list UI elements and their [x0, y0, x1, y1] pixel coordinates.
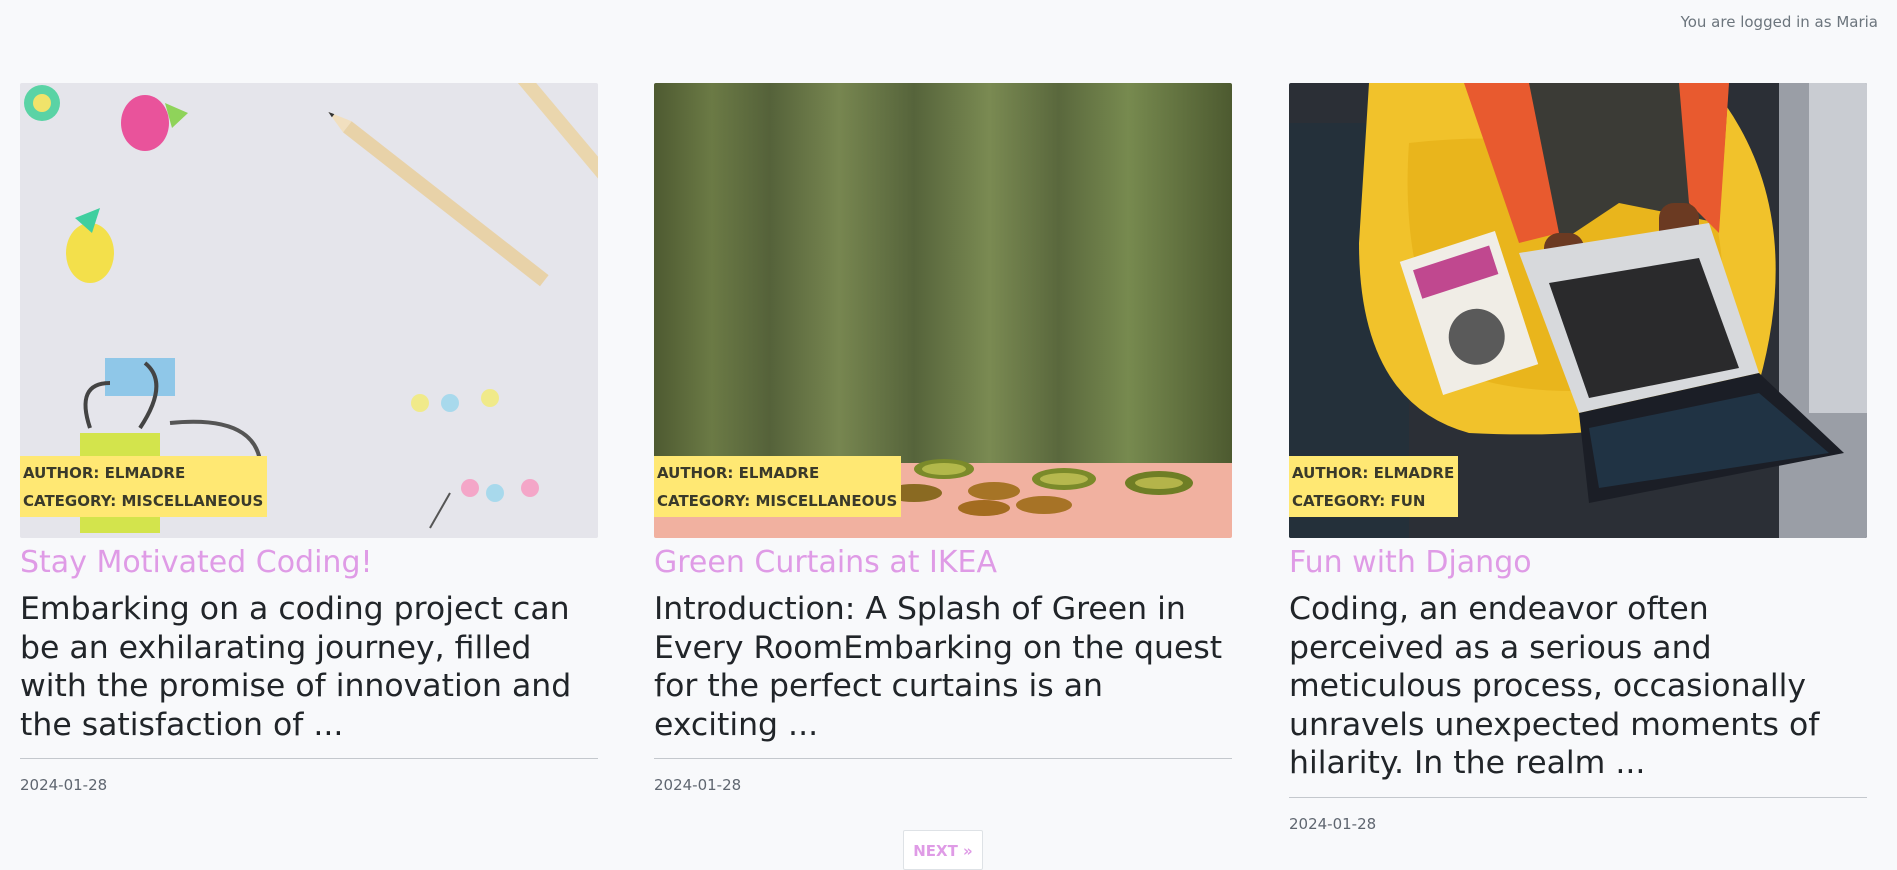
post-card: AUTHOR: ELMADRE CATEGORY: MISCELLANEOUS … [20, 83, 598, 794]
post-category: CATEGORY: MISCELLANEOUS [657, 492, 898, 510]
post-image-desk-supplies[interactable]: AUTHOR: ELMADRE CATEGORY: MISCELLANEOUS [20, 83, 598, 538]
post-author: AUTHOR: ELMADRE [23, 464, 186, 482]
divider [20, 758, 598, 759]
post-excerpt: Introduction: A Splash of Green in Every… [654, 591, 1223, 743]
post-date: 2024-01-28 [1289, 814, 1377, 833]
post-title-link[interactable]: Green Curtains at IKEA [654, 544, 1232, 582]
post-category: CATEGORY: MISCELLANEOUS [23, 492, 264, 510]
post-image-green-curtains[interactable]: AUTHOR: ELMADRE CATEGORY: MISCELLANEOUS [654, 83, 1232, 538]
login-status: You are logged in as Maria [1680, 13, 1878, 31]
post-author: AUTHOR: ELMADRE [1292, 464, 1455, 482]
post-category: CATEGORY: FUN [1292, 492, 1426, 510]
post-meta-badge: AUTHOR: ELMADRE CATEGORY: FUN [1289, 456, 1459, 517]
post-meta-badge: AUTHOR: ELMADRE CATEGORY: MISCELLANEOUS [20, 456, 268, 517]
post-excerpt: Coding, an endeavor often perceived as a… [1289, 591, 1820, 781]
divider [1289, 796, 1867, 798]
post-card: AUTHOR: ELMADRE CATEGORY: MISCELLANEOUS … [654, 83, 1232, 794]
divider [654, 758, 1232, 759]
post-card: AUTHOR: ELMADRE CATEGORY: FUN Fun with D… [1289, 83, 1867, 833]
post-image-laptop-coding[interactable]: AUTHOR: ELMADRE CATEGORY: FUN [1289, 83, 1867, 538]
next-page-button[interactable]: NEXT » [903, 830, 983, 870]
post-title-link[interactable]: Fun with Django [1289, 544, 1867, 582]
post-title-link[interactable]: Stay Motivated Coding! [20, 544, 598, 582]
post-meta-badge: AUTHOR: ELMADRE CATEGORY: MISCELLANEOUS [654, 456, 902, 517]
post-date: 2024-01-28 [654, 776, 742, 794]
post-date: 2024-01-28 [20, 776, 108, 794]
post-author: AUTHOR: ELMADRE [657, 464, 820, 482]
post-excerpt: Embarking on a coding project can be an … [20, 591, 572, 743]
